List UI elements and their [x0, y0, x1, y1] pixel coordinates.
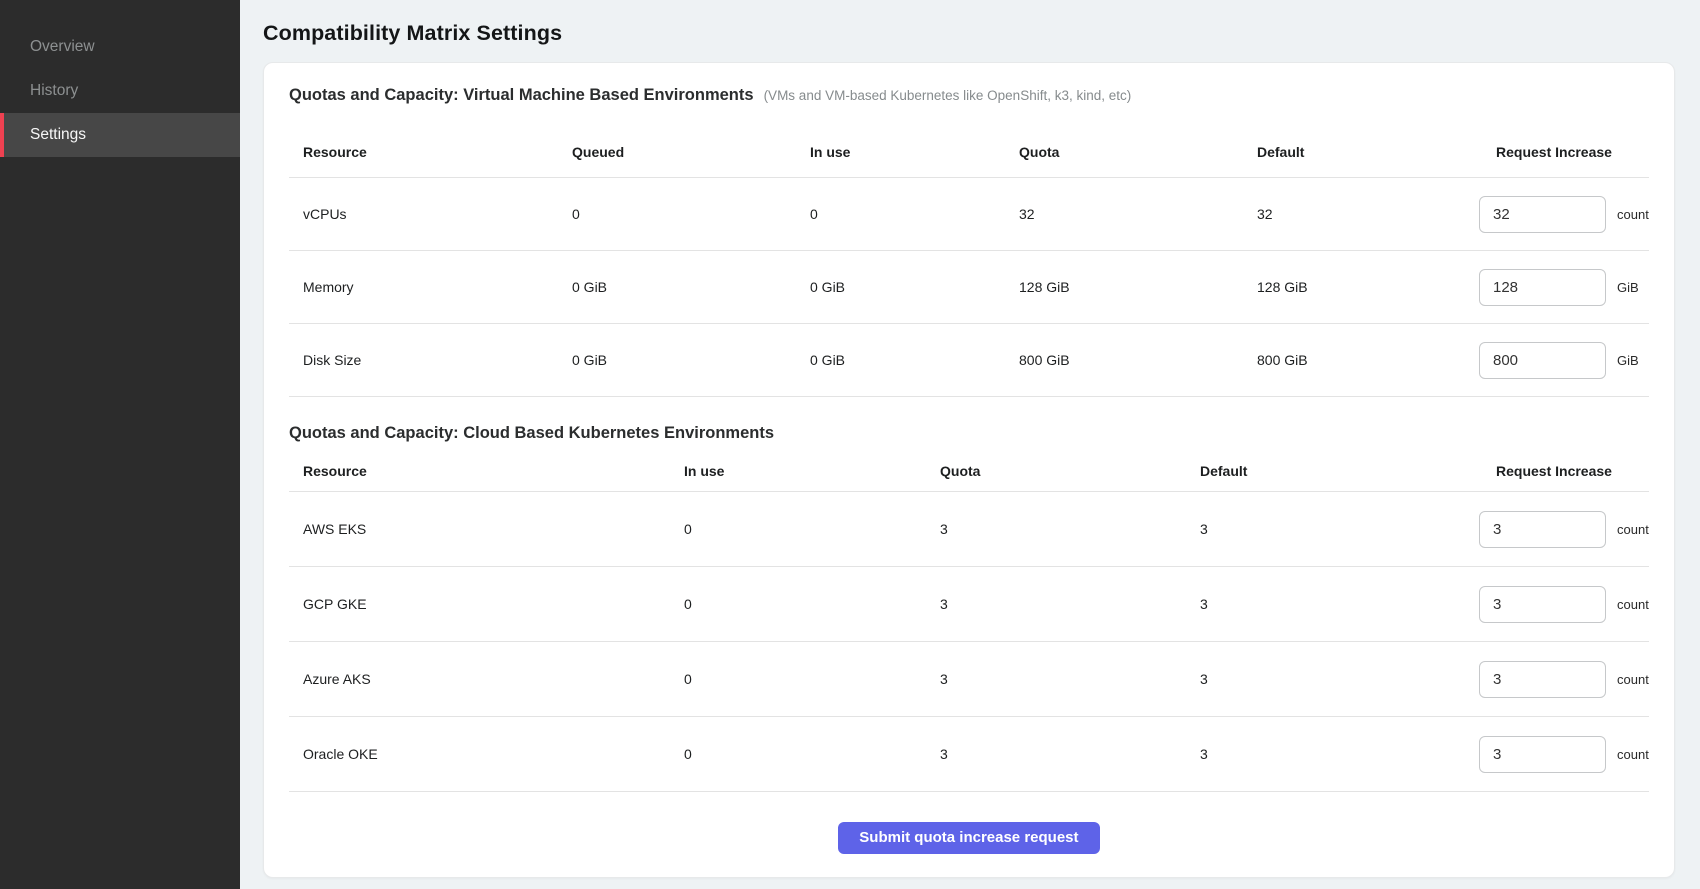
- cell-quota: 32: [1019, 206, 1257, 222]
- column-header-quota: Quota: [1019, 144, 1257, 160]
- table-row-disk-size: Disk Size 0 GiB 0 GiB 800 GiB 800 GiB Gi…: [289, 324, 1649, 397]
- cell-default: 3: [1200, 746, 1479, 762]
- column-header-in-use: In use: [684, 463, 940, 479]
- cell-resource: AWS EKS: [289, 521, 684, 537]
- cell-quota: 3: [940, 521, 1200, 537]
- cell-resource: Oracle OKE: [289, 746, 684, 762]
- column-header-resource: Resource: [289, 463, 684, 479]
- app-window: Overview History Settings Compatibility …: [0, 0, 1700, 889]
- cell-in-use: 0: [810, 206, 1019, 222]
- cell-default: 3: [1200, 521, 1479, 537]
- main-content: Compatibility Matrix Settings Quotas and…: [240, 0, 1700, 889]
- vm-section-subtitle: (VMs and VM-based Kubernetes like OpenSh…: [764, 84, 1132, 108]
- request-increase-input-azure-aks[interactable]: [1479, 661, 1606, 698]
- cell-queued: 0 GiB: [572, 279, 810, 295]
- vm-quota-table: Resource Queued In use Quota Default Req…: [289, 108, 1649, 397]
- cloud-section-title: Quotas and Capacity: Cloud Based Kuberne…: [289, 421, 774, 445]
- table-row-aws-eks: AWS EKS 0 3 3 count: [289, 492, 1649, 567]
- sidebar: Overview History Settings: [0, 0, 240, 889]
- column-header-default: Default: [1257, 144, 1479, 160]
- unit-label: count: [1617, 597, 1649, 612]
- sidebar-item-label: Overview: [30, 38, 95, 56]
- cell-default: 3: [1200, 671, 1479, 687]
- sidebar-item-label: Settings: [30, 126, 86, 144]
- unit-label: count: [1617, 672, 1649, 687]
- sidebar-item-history[interactable]: History: [0, 69, 240, 113]
- sidebar-item-settings[interactable]: Settings: [0, 113, 240, 157]
- cell-in-use: 0: [684, 596, 940, 612]
- cell-in-use: 0: [684, 746, 940, 762]
- cloud-section-header: Quotas and Capacity: Cloud Based Kuberne…: [289, 397, 1649, 445]
- submit-button-row: Submit quota increase request: [289, 822, 1649, 854]
- table-row-oracle-oke: Oracle OKE 0 3 3 count: [289, 717, 1649, 792]
- column-header-quota: Quota: [940, 463, 1200, 479]
- cell-quota: 3: [940, 671, 1200, 687]
- column-header-request-increase: Request Increase: [1479, 463, 1649, 479]
- unit-label: GiB: [1617, 353, 1639, 368]
- cell-queued: 0 GiB: [572, 352, 810, 368]
- table-row-gcp-gke: GCP GKE 0 3 3 count: [289, 567, 1649, 642]
- column-header-in-use: In use: [810, 144, 1019, 160]
- cell-in-use: 0 GiB: [810, 279, 1019, 295]
- table-row-azure-aks: Azure AKS 0 3 3 count: [289, 642, 1649, 717]
- cell-resource: GCP GKE: [289, 596, 684, 612]
- request-increase-input-disk-size[interactable]: [1479, 342, 1606, 379]
- cloud-table-header-row: Resource In use Quota Default Request In…: [289, 445, 1649, 492]
- cell-in-use: 0: [684, 671, 940, 687]
- request-increase-input-aws-eks[interactable]: [1479, 511, 1606, 548]
- column-header-request-increase: Request Increase: [1479, 144, 1649, 160]
- cloud-quota-table: Resource In use Quota Default Request In…: [289, 445, 1649, 792]
- cell-default: 128 GiB: [1257, 279, 1479, 295]
- cell-default: 800 GiB: [1257, 352, 1479, 368]
- table-row-memory: Memory 0 GiB 0 GiB 128 GiB 128 GiB GiB: [289, 251, 1649, 324]
- unit-label: GiB: [1617, 280, 1639, 295]
- cell-in-use: 0 GiB: [810, 352, 1019, 368]
- cell-default: 3: [1200, 596, 1479, 612]
- unit-label: count: [1617, 522, 1649, 537]
- cell-quota: 128 GiB: [1019, 279, 1257, 295]
- cell-resource: Azure AKS: [289, 671, 684, 687]
- column-header-resource: Resource: [289, 144, 572, 160]
- vm-section-title: Quotas and Capacity: Virtual Machine Bas…: [289, 83, 754, 107]
- sidebar-item-label: History: [30, 82, 78, 100]
- request-increase-input-gcp-gke[interactable]: [1479, 586, 1606, 623]
- unit-label: count: [1617, 207, 1649, 222]
- cell-resource: Disk Size: [289, 352, 572, 368]
- request-increase-input-vcpus[interactable]: [1479, 196, 1606, 233]
- cell-queued: 0: [572, 206, 810, 222]
- table-row-vcpus: vCPUs 0 0 32 32 count: [289, 178, 1649, 251]
- sidebar-item-overview[interactable]: Overview: [0, 25, 240, 69]
- vm-section-header: Quotas and Capacity: Virtual Machine Bas…: [289, 63, 1649, 108]
- cell-in-use: 0: [684, 521, 940, 537]
- cell-resource: Memory: [289, 279, 572, 295]
- cell-default: 32: [1257, 206, 1479, 222]
- settings-card: Quotas and Capacity: Virtual Machine Bas…: [263, 62, 1675, 878]
- unit-label: count: [1617, 747, 1649, 762]
- cell-quota: 800 GiB: [1019, 352, 1257, 368]
- cell-resource: vCPUs: [289, 206, 572, 222]
- cell-quota: 3: [940, 596, 1200, 612]
- vm-table-header-row: Resource Queued In use Quota Default Req…: [289, 108, 1649, 178]
- column-header-default: Default: [1200, 463, 1479, 479]
- request-increase-input-memory[interactable]: [1479, 269, 1606, 306]
- page-title: Compatibility Matrix Settings: [263, 20, 1675, 46]
- submit-quota-button[interactable]: Submit quota increase request: [838, 822, 1099, 854]
- column-header-queued: Queued: [572, 144, 810, 160]
- cell-quota: 3: [940, 746, 1200, 762]
- request-increase-input-oracle-oke[interactable]: [1479, 736, 1606, 773]
